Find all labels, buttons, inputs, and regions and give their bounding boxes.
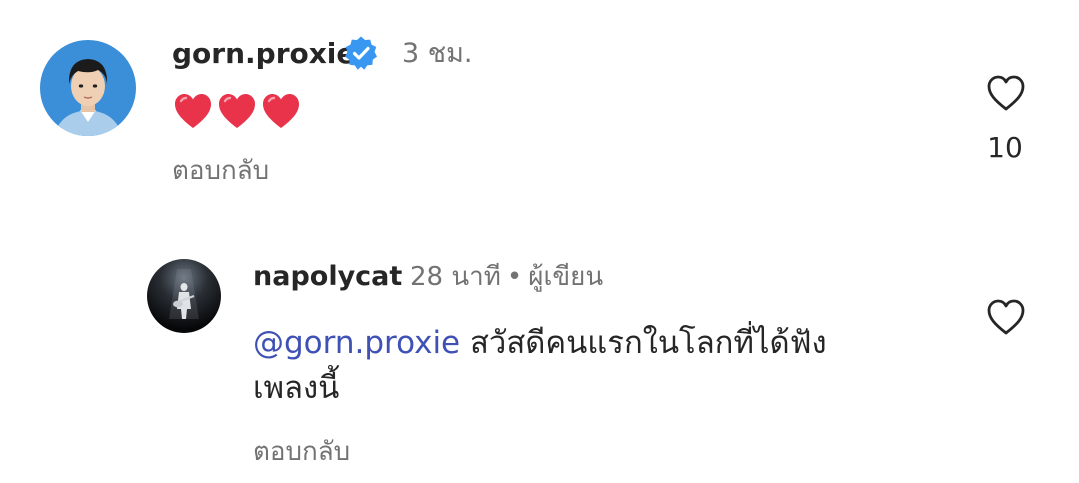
- mention-link[interactable]: @gorn.proxie: [253, 325, 460, 361]
- avatar-napolycat[interactable]: [147, 259, 221, 333]
- author-badge: ผู้เขียน: [528, 262, 604, 292]
- comment-text-line1: สวัสดีคนแรกในโลกที่ได้ฟัง: [470, 325, 827, 361]
- avatar-gorn-proxie[interactable]: [40, 40, 136, 136]
- meta-separator: •: [506, 262, 523, 292]
- profile-photo: [40, 40, 136, 136]
- comment-username[interactable]: napolycat: [253, 257, 402, 297]
- comment-text: [172, 88, 302, 134]
- reply-button[interactable]: ตอบกลับ: [253, 433, 350, 471]
- profile-photo: [147, 259, 221, 333]
- red-heart-emoji: [263, 94, 299, 128]
- comment-meta: 28 นาที • ผู้เขียน: [410, 257, 603, 297]
- heart-outline-icon[interactable]: [985, 296, 1027, 338]
- red-heart-emoji: [219, 94, 255, 128]
- reply-button[interactable]: ตอบกลับ: [172, 152, 269, 190]
- heart-outline-icon[interactable]: [985, 72, 1027, 114]
- verified-badge-icon: [343, 35, 379, 71]
- comment-timestamp: 28 นาที: [410, 262, 501, 292]
- comment-timestamp: 3 ชม.: [402, 38, 473, 69]
- comment-text-line2: เพลงนี้: [253, 370, 340, 406]
- comment-text: @gorn.proxie สวัสดีคนแรกในโลกที่ได้ฟัง เ…: [253, 321, 913, 411]
- comment-username[interactable]: gorn.proxie: [172, 34, 355, 74]
- red-heart-emoji: [175, 94, 211, 128]
- like-count: 10: [987, 131, 1023, 164]
